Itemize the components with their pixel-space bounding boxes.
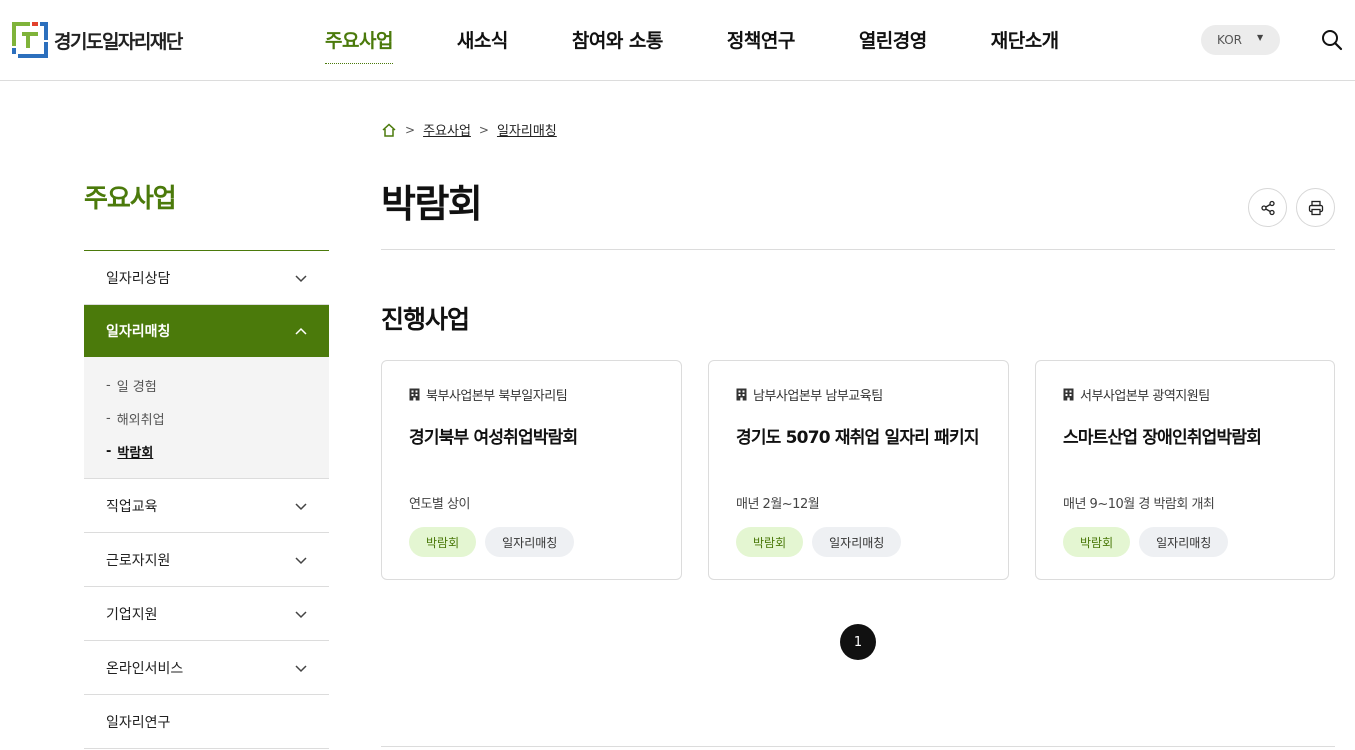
sidebar-item-label: 근로자지원 bbox=[106, 552, 171, 569]
card-period: 매년 9~10월 경 박람회 개최 bbox=[1063, 497, 1215, 512]
sidebar-menu: 일자리상담 일자리매칭 - 일 경험 - 해외취업 - 박람회 직업교육 근로자… bbox=[84, 250, 329, 749]
logo-mark-icon bbox=[10, 20, 50, 60]
card-tags: 박람회 일자리매칭 bbox=[736, 527, 910, 557]
submenu-item-work-experience[interactable]: - 일 경험 bbox=[106, 369, 329, 402]
chevron-down-icon bbox=[295, 503, 307, 511]
breadcrumb-link-job-matching[interactable]: 일자리매칭 bbox=[497, 120, 557, 139]
submenu-item-label: 일 경험 bbox=[116, 380, 157, 395]
sidebar-item-label: 온라인서비스 bbox=[106, 660, 184, 677]
submenu-dash: - bbox=[106, 411, 111, 426]
share-icon bbox=[1260, 200, 1275, 215]
card-org: 남부사업본부 남부교육팀 bbox=[736, 385, 883, 404]
nav-item-policy-research[interactable]: 정책연구 bbox=[727, 26, 795, 64]
nav-item-participation[interactable]: 참여와 소통 bbox=[572, 26, 664, 64]
building-icon bbox=[409, 388, 420, 401]
bottom-divider bbox=[381, 746, 1335, 747]
card-title: 경기북부 여성취업박람회 bbox=[409, 428, 578, 448]
sidebar-item-online-services[interactable]: 온라인서비스 bbox=[84, 641, 329, 695]
language-select[interactable]: KOR ▼ bbox=[1201, 25, 1280, 55]
print-icon bbox=[1308, 200, 1323, 215]
building-icon bbox=[1063, 388, 1074, 401]
nav-item-news[interactable]: 새소식 bbox=[457, 26, 508, 64]
card-org: 서부사업본부 광역지원팀 bbox=[1063, 385, 1210, 404]
home-icon[interactable] bbox=[381, 122, 397, 138]
sidebar-item-job-research[interactable]: 일자리연구 bbox=[84, 695, 329, 749]
main-nav: 주요사업 새소식 참여와 소통 정책연구 열린경영 재단소개 bbox=[325, 26, 1123, 64]
caret-down-icon: ▼ bbox=[1257, 33, 1264, 42]
card-period: 연도별 상이 bbox=[409, 497, 470, 512]
sidebar-title: 주요사업 bbox=[84, 184, 177, 214]
pagination-page-1[interactable]: 1 bbox=[840, 624, 876, 660]
tag-job-matching: 일자리매칭 bbox=[1139, 527, 1229, 557]
submenu-item-label: 해외취업 bbox=[116, 413, 165, 428]
card-org-label: 북부사업본부 북부일자리팀 bbox=[426, 389, 568, 404]
print-button[interactable] bbox=[1296, 188, 1335, 227]
program-card[interactable]: 남부사업본부 남부교육팀 경기도 5070 재취업 일자리 패키지 매년 2월~… bbox=[708, 360, 1009, 580]
breadcrumb: > 주요사업 > 일자리매칭 bbox=[381, 120, 557, 139]
nav-item-main-business[interactable]: 주요사업 bbox=[325, 26, 393, 64]
title-divider bbox=[381, 249, 1335, 250]
tag-job-matching: 일자리매칭 bbox=[812, 527, 902, 557]
submenu-item-label: 박람회 bbox=[117, 446, 154, 461]
card-title: 스마트산업 장애인취업박람회 bbox=[1063, 428, 1262, 448]
card-title: 경기도 5070 재취업 일자리 패키지 bbox=[736, 428, 979, 448]
card-period: 매년 2월~12월 bbox=[736, 497, 820, 512]
sidebar-item-worker-support[interactable]: 근로자지원 bbox=[84, 533, 329, 587]
card-tags: 박람회 일자리매칭 bbox=[1063, 527, 1237, 557]
program-card[interactable]: 북부사업본부 북부일자리팀 경기북부 여성취업박람회 연도별 상이 박람회 일자… bbox=[381, 360, 682, 580]
section-title: 진행사업 bbox=[381, 305, 470, 334]
sidebar-item-label: 직업교육 bbox=[106, 498, 158, 515]
share-button[interactable] bbox=[1248, 188, 1287, 227]
site-logo[interactable]: 경기도일자리재단 bbox=[10, 20, 183, 60]
sidebar-item-label: 일자리상담 bbox=[106, 270, 171, 287]
sidebar-item-job-matching[interactable]: 일자리매칭 bbox=[84, 305, 329, 357]
building-icon bbox=[736, 388, 747, 401]
search-icon bbox=[1322, 30, 1343, 51]
search-button[interactable] bbox=[1320, 28, 1344, 52]
sidebar-item-business-support[interactable]: 기업지원 bbox=[84, 587, 329, 641]
sidebar-item-label: 일자리매칭 bbox=[106, 324, 171, 340]
program-card[interactable]: 서부사업본부 광역지원팀 스마트산업 장애인취업박람회 매년 9~10월 경 박… bbox=[1035, 360, 1335, 580]
submenu-item-overseas-employment[interactable]: - 해외취업 bbox=[106, 402, 329, 435]
chevron-down-icon bbox=[295, 275, 307, 283]
language-label: KOR bbox=[1217, 33, 1242, 47]
page-title: 박람회 bbox=[381, 182, 483, 226]
sidebar-item-label: 기업지원 bbox=[106, 606, 158, 623]
nav-item-about[interactable]: 재단소개 bbox=[991, 26, 1059, 64]
sidebar-item-job-counseling[interactable]: 일자리상담 bbox=[84, 251, 329, 305]
submenu-item-job-fair[interactable]: - 박람회 bbox=[106, 435, 329, 468]
breadcrumb-link-main-business[interactable]: 주요사업 bbox=[423, 120, 471, 139]
sidebar-item-vocational-training[interactable]: 직업교육 bbox=[84, 479, 329, 533]
tag-job-fair: 박람회 bbox=[409, 527, 477, 557]
chevron-down-icon bbox=[295, 557, 307, 565]
submenu-dash: - bbox=[106, 444, 112, 459]
submenu-dash: - bbox=[106, 378, 111, 393]
nav-item-open-management[interactable]: 열린경영 bbox=[859, 26, 927, 64]
chevron-down-icon bbox=[295, 665, 307, 673]
card-org-label: 서부사업본부 광역지원팀 bbox=[1080, 389, 1210, 404]
card-org: 북부사업본부 북부일자리팀 bbox=[409, 385, 568, 404]
sidebar-item-label: 일자리연구 bbox=[106, 714, 171, 731]
tag-job-matching: 일자리매칭 bbox=[485, 527, 575, 557]
card-tags: 박람회 일자리매칭 bbox=[409, 527, 583, 557]
breadcrumb-separator-icon: > bbox=[405, 122, 416, 137]
chevron-down-icon bbox=[295, 611, 307, 619]
site-header: 경기도일자리재단 주요사업 새소식 참여와 소통 정책연구 열린경영 재단소개 … bbox=[0, 0, 1355, 81]
chevron-up-icon bbox=[295, 327, 307, 335]
logo-text: 경기도일자리재단 bbox=[54, 30, 183, 53]
sidebar-submenu: - 일 경험 - 해외취업 - 박람회 bbox=[84, 357, 329, 479]
tag-job-fair: 박람회 bbox=[736, 527, 804, 557]
breadcrumb-separator-icon: > bbox=[478, 122, 489, 137]
tag-job-fair: 박람회 bbox=[1063, 527, 1131, 557]
card-org-label: 남부사업본부 남부교육팀 bbox=[753, 389, 883, 404]
